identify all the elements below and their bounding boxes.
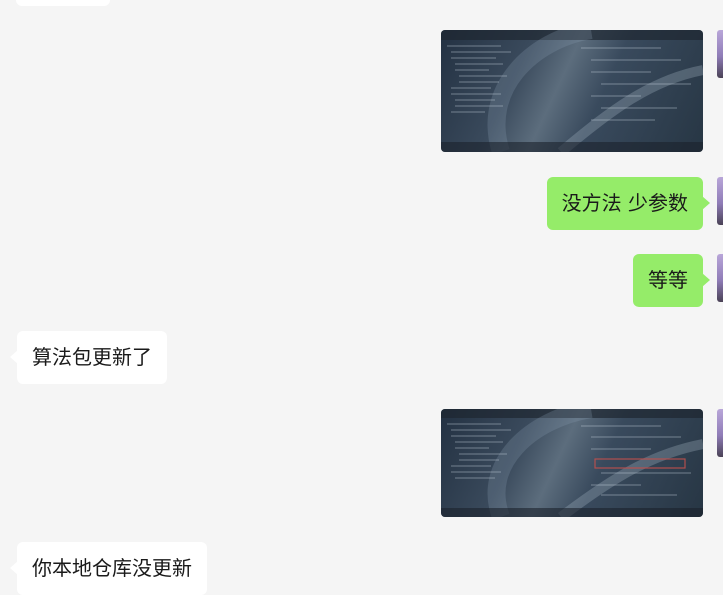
message-image-screenshot[interactable]	[441, 30, 703, 152]
message-text: 等等	[648, 268, 688, 292]
other-message-bubble[interactable]: 算法包更新了	[10, 331, 167, 384]
my-avatar[interactable]	[717, 30, 723, 78]
my-avatar[interactable]	[717, 177, 723, 225]
ide-screenshot-thumbnail	[441, 30, 703, 152]
my-avatar[interactable]	[717, 254, 723, 302]
message-text: 你本地仓库没更新	[32, 556, 192, 580]
my-message-bubble[interactable]: 没方法 少参数	[546, 177, 711, 230]
my-message-bubble[interactable]: 等等	[633, 254, 710, 307]
ide-screenshot-thumbnail	[441, 409, 703, 517]
message-image-screenshot[interactable]	[441, 409, 703, 517]
message-text: 没方法 少参数	[561, 191, 688, 215]
my-avatar[interactable]	[717, 409, 723, 457]
message-text: 算法包更新了	[32, 345, 152, 369]
message-bubble-partial	[16, 0, 110, 6]
other-message-bubble[interactable]: 你本地仓库没更新	[10, 542, 207, 595]
